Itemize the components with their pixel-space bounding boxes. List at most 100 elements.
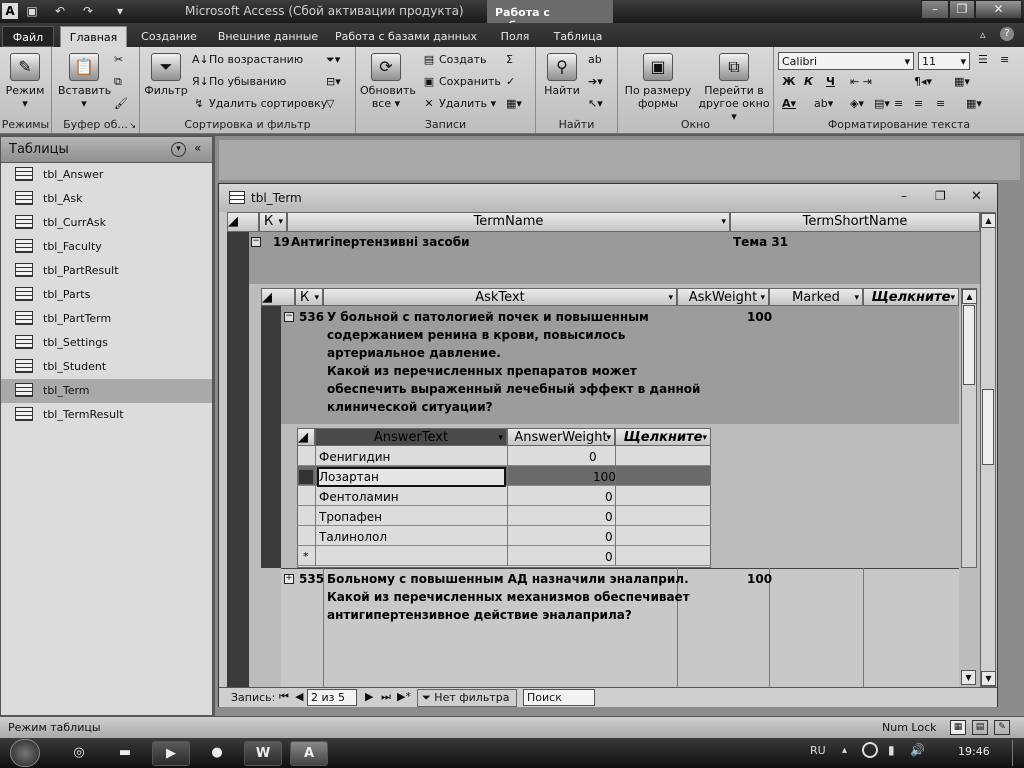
main-vertical-scrollbar[interactable]: ▲ ▼ <box>980 212 996 687</box>
ask-col-header-click-to-add[interactable]: Щелкните ▾ <box>863 288 959 306</box>
ask-weight-536[interactable]: 100 <box>747 310 772 324</box>
network-icon[interactable] <box>862 742 878 758</box>
tab-external-data[interactable]: Внешние данные <box>211 26 325 47</box>
tab-create[interactable]: Создание <box>133 26 205 47</box>
nav-item-tbl-faculty[interactable]: tbl_Faculty <box>1 235 212 259</box>
scroll-thumb[interactable] <box>982 389 994 465</box>
font-color-icon[interactable]: A▾ <box>782 97 796 110</box>
nav-item-tbl-ask[interactable]: tbl_Ask <box>1 187 212 211</box>
remove-sort-button[interactable]: ↯ Удалить сортировку <box>192 97 327 110</box>
scroll-up-icon[interactable]: ▲ <box>981 213 996 228</box>
ask-col-header-marked[interactable]: Marked ▾ <box>769 288 863 306</box>
align-right-icon[interactable]: ≡ <box>936 97 945 110</box>
format-painter-icon[interactable]: 🖌 <box>114 97 128 110</box>
search-input[interactable]: Поиск <box>523 689 595 706</box>
undo-icon[interactable]: ↶ <box>52 3 68 19</box>
save-record-button[interactable]: ▣ Сохранить <box>422 75 501 88</box>
toggle-filter-icon[interactable]: ▽ <box>326 97 334 110</box>
nav-item-tbl-partresult[interactable]: tbl_PartResult <box>1 259 212 283</box>
answer-weight[interactable]: 0 <box>605 530 613 544</box>
italic-button[interactable]: К <box>804 75 813 88</box>
paragraph-direction-icon[interactable]: ¶◂▾ <box>914 75 932 88</box>
ask-text-line[interactable]: Больному с повышенным АД назначили энала… <box>327 572 689 586</box>
replace-icon[interactable]: ab <box>588 53 602 66</box>
filter-button[interactable]: ⏷ Фильтр <box>144 53 188 97</box>
alternate-row-color-icon[interactable]: ▤▾ <box>874 97 890 110</box>
ask-weight-535[interactable]: 100 <box>747 572 772 586</box>
access-app-icon[interactable]: A <box>2 3 18 19</box>
goto-icon[interactable]: ➔▾ <box>588 75 603 88</box>
volume-icon[interactable]: 🔊 <box>910 743 925 757</box>
collapse-subdatasheet-icon[interactable]: − <box>284 312 294 322</box>
answer-weight[interactable]: 0 <box>589 450 597 464</box>
start-button[interactable] <box>10 739 40 767</box>
view-mode-button[interactable]: ✎ Режим ▾ <box>4 53 46 110</box>
clock[interactable]: 19:46 <box>958 745 990 758</box>
nav-item-tbl-student[interactable]: tbl_Student <box>1 355 212 379</box>
answer-col-header-text[interactable]: AnswerText ▾ <box>315 428 507 446</box>
close-button[interactable]: ✕ <box>975 0 1022 19</box>
nav-dropdown-icon[interactable]: ▾ <box>171 142 186 157</box>
pivot-view-icon[interactable]: ▤ <box>972 720 988 735</box>
scroll-down-icon[interactable]: ▼ <box>981 671 996 686</box>
ribbon-collapse-icon[interactable]: ▵ <box>980 28 986 41</box>
tray-icon[interactable]: ▮ <box>888 743 895 757</box>
answer-col-header-weight[interactable]: AnswerWeight ▾ <box>507 428 615 446</box>
scroll-down-icon[interactable]: ▼ <box>961 670 976 685</box>
select-icon[interactable]: ↖▾ <box>588 97 603 110</box>
redo-icon[interactable]: ↷ <box>80 3 96 19</box>
align-left-icon[interactable]: ≡ <box>894 97 903 110</box>
doc-minimize-icon[interactable]: – <box>901 189 907 203</box>
ask-text-line[interactable]: обеспечить выраженный лечебный эффект в … <box>327 382 700 396</box>
col-header-termshortname[interactable]: TermShortName <box>730 212 980 232</box>
switch-window-button[interactable]: ⧉ Перейти в другое окно ▾ <box>698 53 770 123</box>
collapse-pane-icon[interactable]: « <box>194 141 201 155</box>
customize-qat-icon[interactable]: ▾ <box>112 3 128 19</box>
last-record-icon[interactable]: ⏭ <box>381 690 391 704</box>
ask-text-line[interactable]: Какой из перечисленных механизмов обеспе… <box>327 590 690 604</box>
word-taskbar-button[interactable]: W <box>244 741 282 766</box>
ask-id-536[interactable]: 536 <box>299 310 324 324</box>
nav-item-tbl-currask[interactable]: tbl_CurrAsk <box>1 211 212 235</box>
tab-database-tools[interactable]: Работа с базами данных <box>333 26 479 47</box>
app-icon[interactable]: ● <box>198 741 236 766</box>
scroll-thumb[interactable] <box>963 305 975 385</box>
answer-row-new[interactable] <box>297 546 711 566</box>
more-records-icon[interactable]: ▦▾ <box>506 97 522 110</box>
scroll-up-icon[interactable]: ▲ <box>962 289 977 304</box>
col-header-k[interactable]: К ▾ <box>259 212 287 232</box>
ask-text-line[interactable]: антигипертензивное действие эналаприла? <box>327 608 632 622</box>
flag-icon[interactable]: ▴ <box>842 745 847 756</box>
browser-icon[interactable]: ◎ <box>60 741 98 766</box>
access-taskbar-button[interactable]: A <box>290 741 328 766</box>
prev-record-icon[interactable]: ◀ <box>295 690 303 703</box>
filter-status-button[interactable]: ⏷ Нет фильтра <box>417 689 517 707</box>
indent-icon[interactable]: ⇤ ⇥ <box>850 75 872 88</box>
new-record-button[interactable]: ▤ Создать <box>422 53 487 66</box>
answer-col-header-click-to-add[interactable]: Щелкните ▾ <box>615 428 711 446</box>
save-icon[interactable]: ▣ <box>24 3 40 19</box>
delete-record-button[interactable]: ✕ Удалить ▾ <box>422 97 496 110</box>
sort-asc-button[interactable]: A↓По возрастанию <box>192 53 303 66</box>
ask-col-header-asktext[interactable]: AskText ▾ <box>323 288 677 306</box>
borders-icon[interactable]: ▦▾ <box>966 97 982 110</box>
first-record-icon[interactable]: ⏮ <box>279 690 289 704</box>
answer-weight[interactable]: 0 <box>605 510 613 524</box>
show-desktop-button[interactable] <box>1012 740 1022 766</box>
media-player-icon[interactable]: ▶ <box>152 741 190 766</box>
bold-button[interactable]: Ж <box>782 75 795 88</box>
nav-item-tbl-answer[interactable]: tbl_Answer <box>1 163 212 187</box>
font-name-select[interactable]: Calibri ▾ <box>778 52 914 70</box>
totals-icon[interactable]: Σ <box>506 53 513 66</box>
answer-text[interactable]: Фенигидин <box>319 450 390 464</box>
fill-color-icon[interactable]: ◈▾ <box>850 97 864 110</box>
underline-button[interactable]: Ч <box>826 75 835 88</box>
ask-col-header-k[interactable]: К ▾ <box>295 288 323 306</box>
answer-weight[interactable]: 100 <box>593 470 616 484</box>
fit-form-button[interactable]: ▣ По размеру формы <box>622 53 694 110</box>
nav-item-tbl-term[interactable]: tbl_Term <box>1 379 212 403</box>
select-all-corner[interactable]: ◢ <box>227 212 259 232</box>
minimize-button[interactable]: – <box>921 0 949 19</box>
align-center-icon[interactable]: ≡ <box>914 97 923 110</box>
doc-restore-icon[interactable]: ❐ <box>935 189 946 203</box>
